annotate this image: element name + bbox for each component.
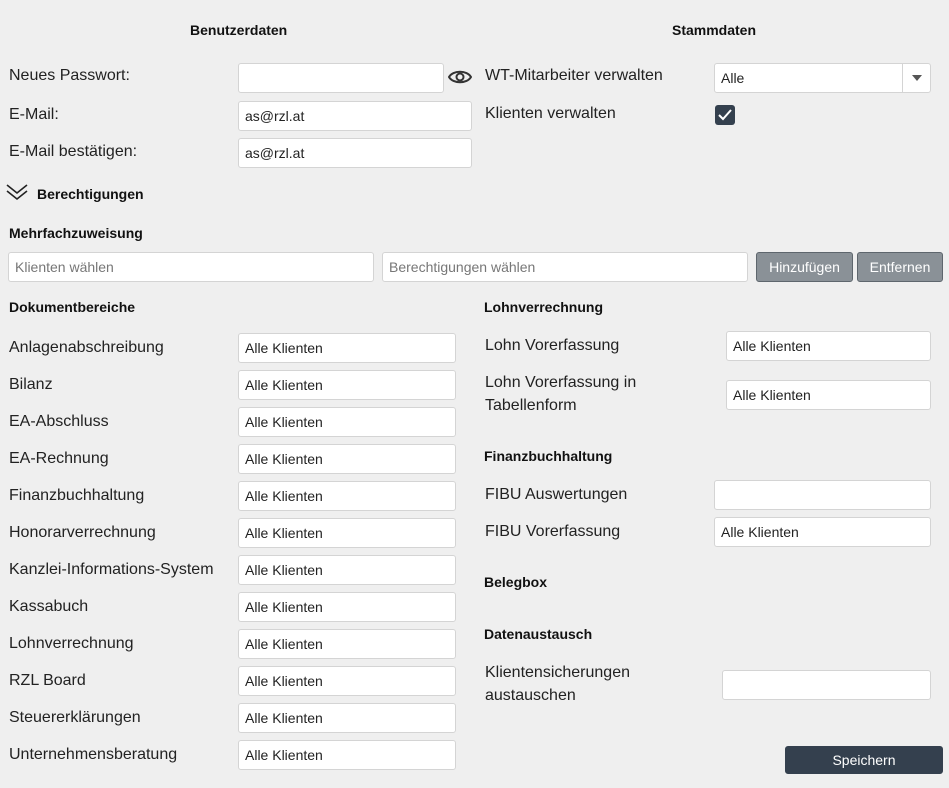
lohn-vorerfassung-label: Lohn Vorerfassung [485,337,620,354]
klientensicherungen-label-line2: austauschen [485,687,576,704]
lohn-tabellenform-label-line1: Lohn Vorerfassung in [485,374,637,391]
benutzerdaten-heading: Benutzerdaten [190,22,288,38]
doc-label-anlagenabschreibung: Anlagenabschreibung [9,339,164,356]
klienten-select[interactable]: Klienten wählen [8,252,374,282]
doc-label-ea-abschluss: EA-Abschluss [9,413,109,430]
doc-input-kanzlei-informations-system[interactable]: Alle Klienten [238,555,456,585]
mehrfachzuweisung-heading: Mehrfachzuweisung [9,225,143,241]
fibu-vorerfassung-input[interactable]: Alle Klienten [714,517,931,547]
doc-input-honorarverrechnung[interactable]: Alle Klienten [238,518,456,548]
save-button[interactable]: Speichern [785,746,943,774]
klienten-verwalten-checkbox[interactable] [715,105,735,125]
doc-label-finanzbuchhaltung: Finanzbuchhaltung [9,487,145,504]
email-confirm-label: E-Mail bestätigen: [9,143,138,160]
caret-down-icon[interactable] [902,64,930,92]
email-label: E-Mail: [9,106,59,123]
wt-mitarbeiter-label: WT-Mitarbeiter verwalten [485,67,663,84]
doc-label-unternehmensberatung: Unternehmensberatung [9,746,178,763]
email-field[interactable]: as@rzl.at [238,101,472,131]
eye-icon[interactable] [447,67,473,87]
add-button[interactable]: Hinzufügen [756,252,853,282]
doc-input-ea-rechnung[interactable]: Alle Klienten [238,444,456,474]
klienten-verwalten-label: Klienten verwalten [485,105,616,122]
remove-button[interactable]: Entfernen [857,252,943,282]
email-confirm-field[interactable]: as@rzl.at [238,138,472,168]
dokumentbereiche-heading: Dokumentbereiche [9,299,136,315]
doc-label-lohnverrechnung: Lohnverrechnung [9,635,134,652]
doc-label-kassabuch: Kassabuch [9,598,89,615]
lohnverrechnung-heading: Lohnverrechnung [484,299,604,315]
datenaustausch-heading: Datenaustausch [484,626,593,642]
lohn-tabellenform-input[interactable]: Alle Klienten [726,380,931,410]
fibu-auswertungen-label: FIBU Auswertungen [485,486,628,503]
doc-input-unternehmensberatung[interactable]: Alle Klienten [238,740,456,770]
password-input[interactable] [238,63,444,93]
doc-input-kassabuch[interactable]: Alle Klienten [238,592,456,622]
fibu-vorerfassung-label: FIBU Vorerfassung [485,523,621,540]
finanzbuchhaltung-heading: Finanzbuchhaltung [484,448,613,464]
klientensicherungen-input[interactable] [722,670,931,700]
doc-input-steuererklaerungen[interactable]: Alle Klienten [238,703,456,733]
klientensicherungen-label-line1: Klientensicherungen [485,664,630,681]
doc-label-ea-rechnung: EA-Rechnung [9,450,109,467]
lohn-vorerfassung-input[interactable]: Alle Klienten [726,331,931,361]
wt-mitarbeiter-select[interactable]: Alle [714,63,931,93]
doc-label-bilanz: Bilanz [9,376,53,393]
lohn-tabellenform-label-line2: Tabellenform [485,397,577,414]
doc-label-honorarverrechnung: Honorarverrechnung [9,524,156,541]
doc-input-lohnverrechnung[interactable]: Alle Klienten [238,629,456,659]
doc-input-bilanz[interactable]: Alle Klienten [238,370,456,400]
stammdaten-heading: Stammdaten [672,22,757,38]
doc-input-ea-abschluss[interactable]: Alle Klienten [238,407,456,437]
fibu-auswertungen-input[interactable] [714,480,931,510]
double-chevron-down-icon[interactable] [6,183,28,201]
doc-input-rzl-board[interactable]: Alle Klienten [238,666,456,696]
doc-label-rzl-board: RZL Board [9,672,86,689]
doc-input-anlagenabschreibung[interactable]: Alle Klienten [238,333,456,363]
check-icon [718,109,732,121]
belegbox-heading: Belegbox [484,574,548,590]
doc-label-steuererklaerungen: Steuererklärungen [9,709,141,726]
berechtigungen-select[interactable]: Berechtigungen wählen [382,252,748,282]
doc-input-finanzbuchhaltung[interactable]: Alle Klienten [238,481,456,511]
password-label: Neues Passwort: [9,67,130,84]
doc-label-kanzlei-informations-system: Kanzlei-Informations-System [9,561,214,578]
wt-mitarbeiter-value: Alle [721,70,745,86]
berechtigungen-heading[interactable]: Berechtigungen [37,186,144,202]
